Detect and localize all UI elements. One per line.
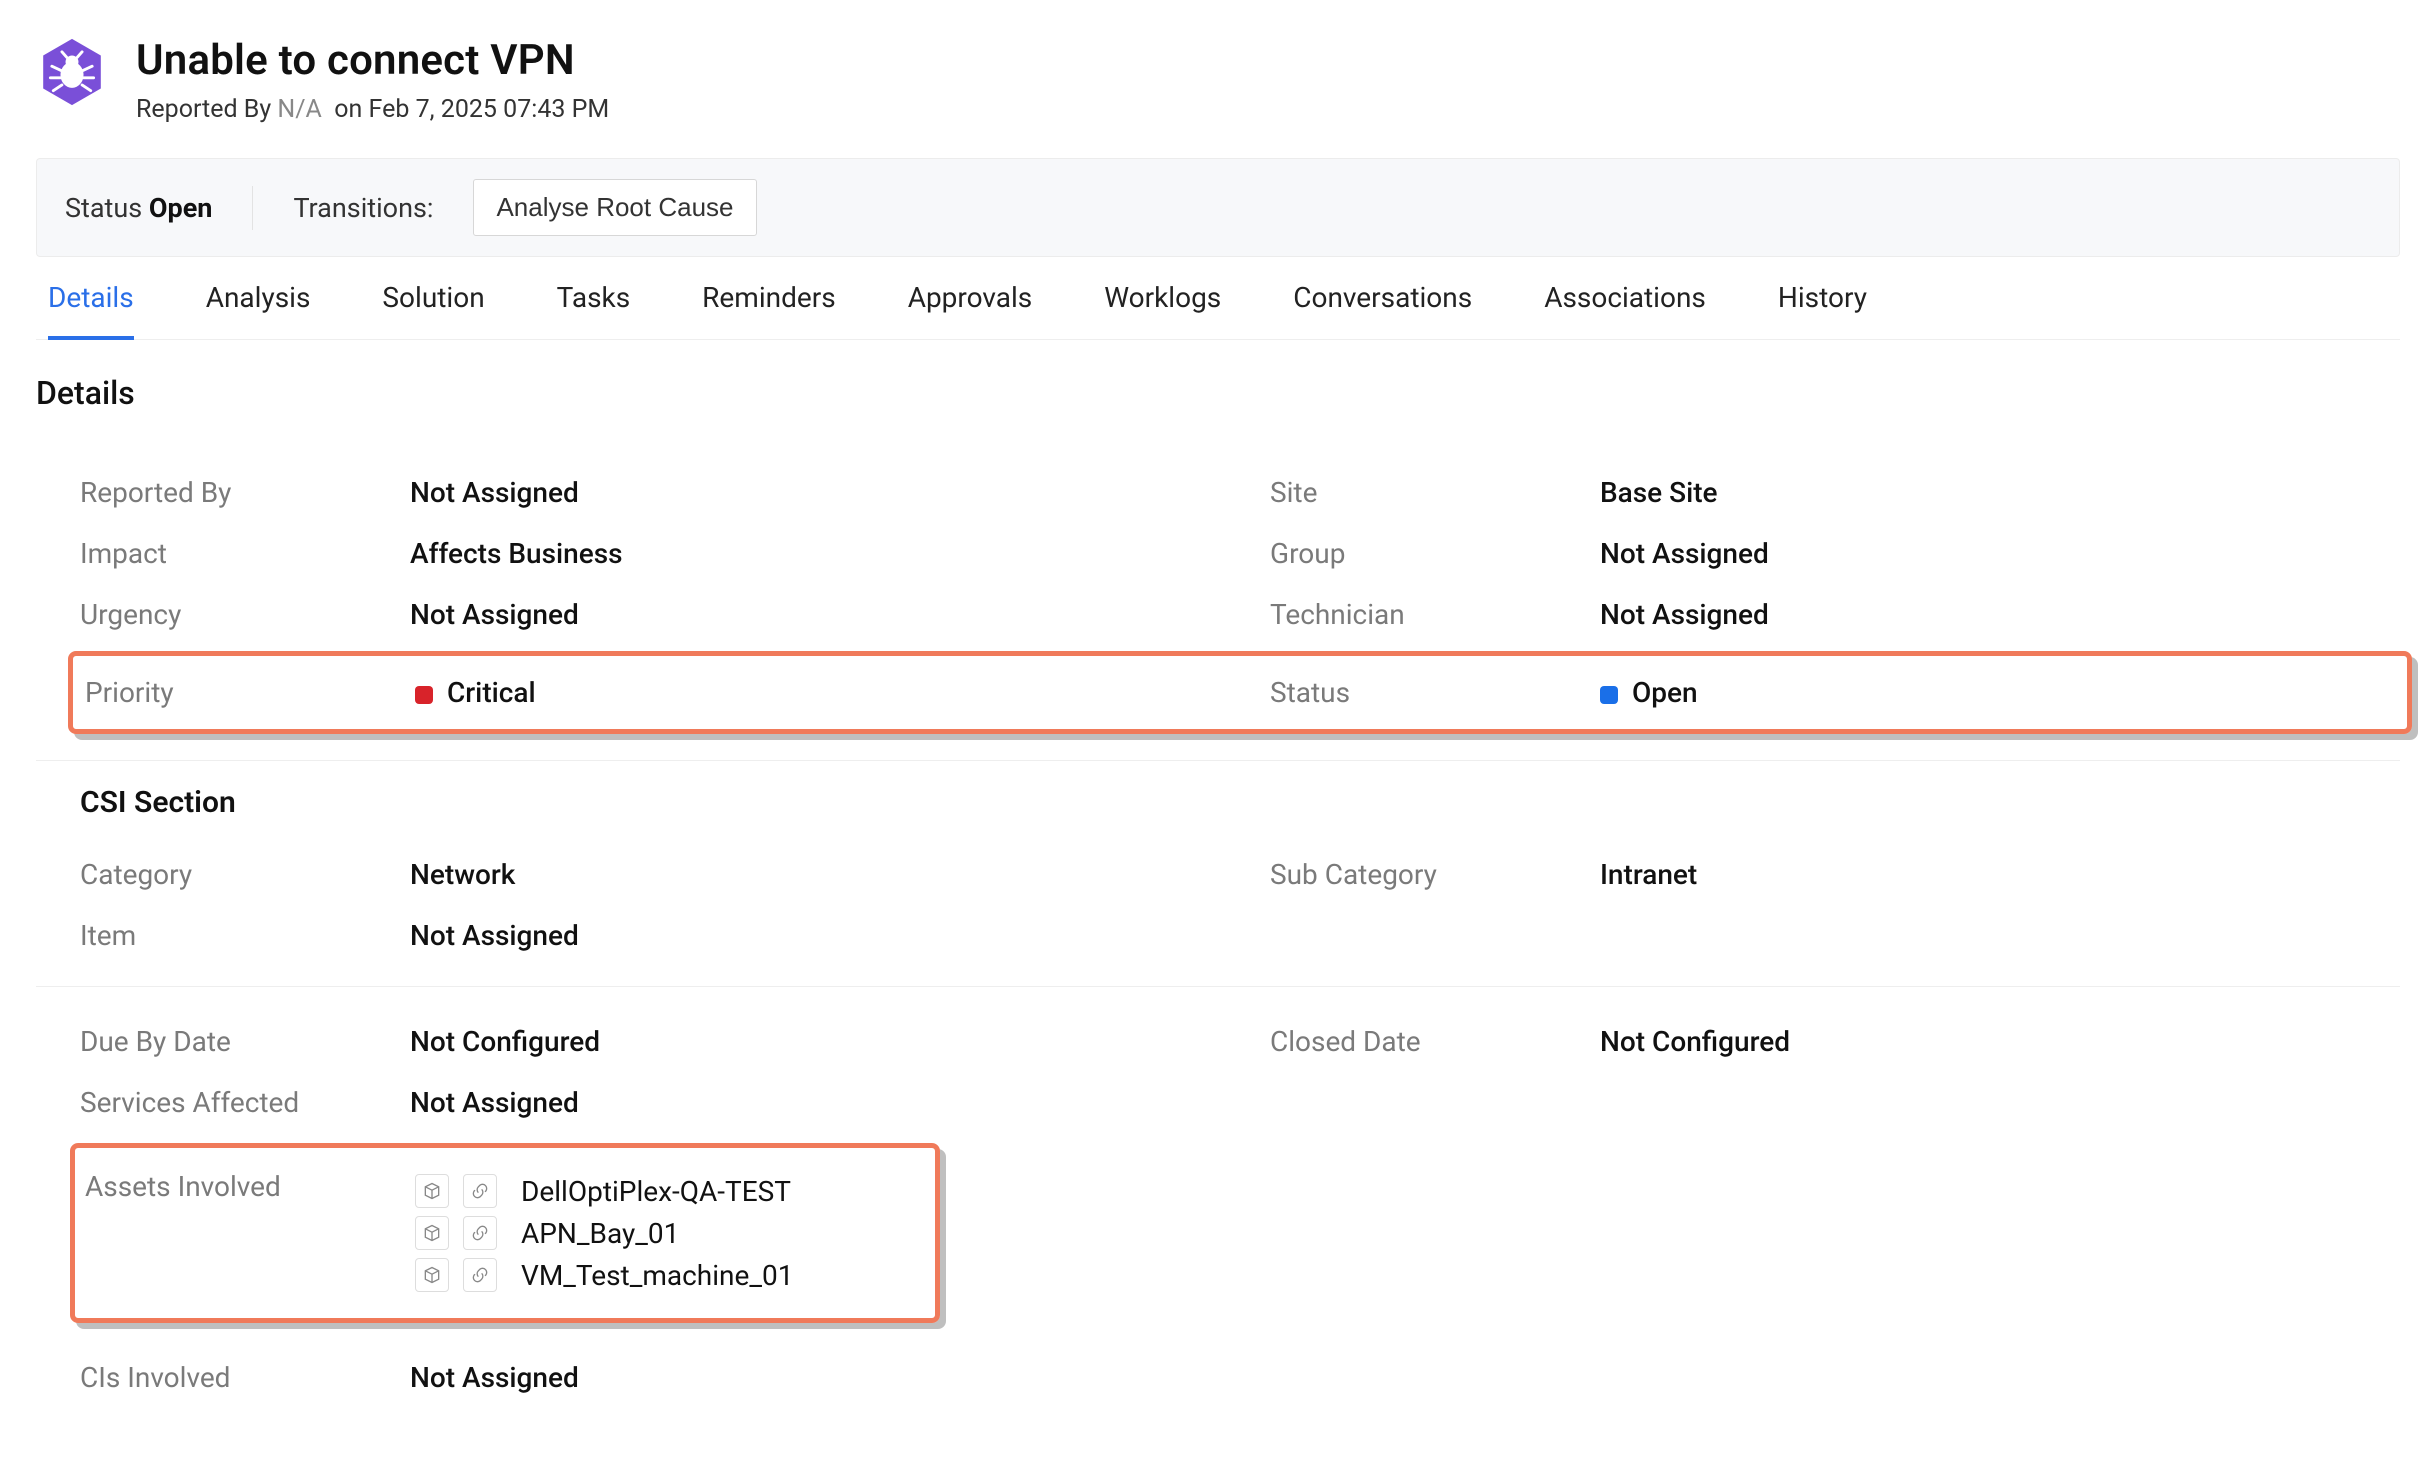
tab-solution[interactable]: Solution [382,281,484,339]
on-label: on [334,95,362,124]
dates-grid: Due By DateNot Configured Services Affec… [36,1011,2400,1133]
tab-associations[interactable]: Associations [1544,281,1706,339]
status-label: Status [65,192,142,224]
cis-grid: CIs InvolvedNot Assigned [36,1347,2400,1408]
field-impact: ImpactAffects Business [80,523,1210,584]
field-priority: Priority Critical [85,656,1210,729]
tab-details[interactable]: Details [48,281,134,340]
asset-name: VM_Test_machine_01 [521,1259,793,1292]
tab-history[interactable]: History [1778,281,1867,339]
link-icon[interactable] [463,1174,497,1208]
divider [36,986,2400,987]
asset-name: APN_Bay_01 [521,1217,679,1250]
field-technician: TechnicianNot Assigned [1270,584,2400,645]
tab-worklogs[interactable]: Worklogs [1104,281,1221,339]
page-header: Unable to connect VPN Reported By N/A on… [36,36,2400,124]
field-status: Status Open [1270,656,2395,729]
field-subcategory: Sub CategoryIntranet [1270,844,2400,905]
field-services-affected: Services AffectedNot Assigned [80,1072,1210,1133]
status-swatch-icon [1600,686,1618,704]
status-bar: Status Open Transitions: Analyse Root Ca… [36,158,2400,257]
tabs: Details Analysis Solution Tasks Reminder… [36,257,2400,340]
field-site: SiteBase Site [1270,462,2400,523]
bug-icon [36,36,108,108]
asset-item: DellOptiPlex-QA-TEST [415,1170,925,1212]
transitions-label: Transitions: [293,192,433,224]
asset-item: VM_Test_machine_01 [415,1254,925,1296]
tab-analysis[interactable]: Analysis [206,281,311,339]
transition-analyse-root-cause-button[interactable]: Analyse Root Cause [473,179,756,236]
field-closed-date: Closed DateNot Configured [1270,1011,2400,1072]
divider [252,186,253,230]
tab-approvals[interactable]: Approvals [908,281,1033,339]
cube-icon[interactable] [415,1174,449,1208]
page-title: Unable to connect VPN [136,36,609,85]
field-due-by-date: Due By DateNot Configured [80,1011,1210,1072]
field-group: GroupNot Assigned [1270,523,2400,584]
details-grid: Reported ByNot Assigned ImpactAffects Bu… [36,462,2400,740]
tab-reminders[interactable]: Reminders [702,281,836,339]
highlight-assets-involved: Assets Involved DellOptiPlex-QA-TEST APN… [70,1143,940,1323]
cube-icon[interactable] [415,1258,449,1292]
status-chunk: Status Open [65,192,212,224]
reported-date: Feb 7, 2025 07:43 PM [369,95,610,124]
reporter-line: Reported By N/A on Feb 7, 2025 07:43 PM [136,95,609,124]
status-value: Open [149,192,213,224]
csi-section-title: CSI Section [80,785,2400,820]
field-urgency: UrgencyNot Assigned [80,584,1210,645]
cube-icon[interactable] [415,1216,449,1250]
asset-item: APN_Bay_01 [415,1212,925,1254]
field-item: ItemNot Assigned [80,905,1210,966]
field-cis-involved: CIs InvolvedNot Assigned [80,1347,1210,1408]
field-reported-by: Reported ByNot Assigned [80,462,1210,523]
link-icon[interactable] [463,1258,497,1292]
tab-tasks[interactable]: Tasks [557,281,631,339]
priority-swatch-icon [415,686,433,704]
link-icon[interactable] [463,1216,497,1250]
divider [36,760,2400,761]
highlight-priority-status: Priority Critical Status Open [68,651,2412,734]
details-section-title: Details [36,374,2400,412]
reported-by-label: Reported By [136,95,271,124]
tab-conversations[interactable]: Conversations [1293,281,1472,339]
field-category: CategoryNetwork [80,844,1210,905]
reported-by-value: N/A [277,95,321,124]
asset-name: DellOptiPlex-QA-TEST [521,1175,791,1208]
csi-grid: CategoryNetwork ItemNot Assigned Sub Cat… [36,844,2400,966]
assets-involved-label: Assets Involved [85,1170,415,1203]
